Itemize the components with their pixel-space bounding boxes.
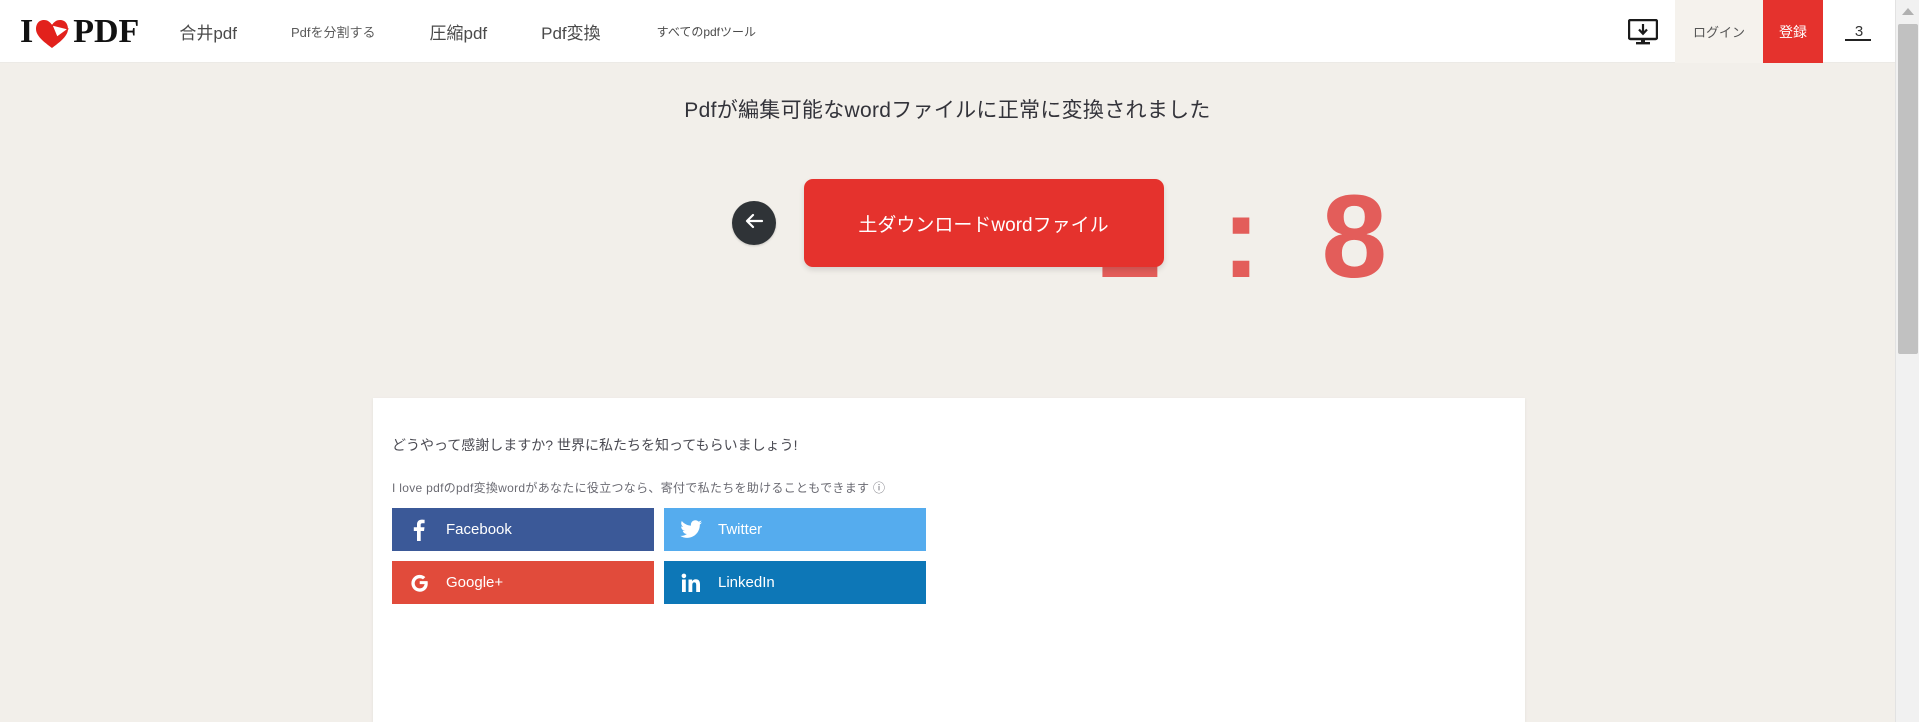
download-row: 土ダウンロードwordファイル	[0, 179, 1895, 267]
scrollbar-up-arrow-icon[interactable]	[1896, 0, 1919, 22]
share-twitter-label: Twitter	[718, 521, 763, 538]
triangle-up-icon	[1902, 7, 1914, 15]
page-title: Pdfが編集可能なwordファイルに正常に変換されました	[684, 99, 1211, 122]
share-twitter-button[interactable]: Twitter	[664, 508, 926, 551]
download-word-file-button[interactable]: 土ダウンロードwordファイル	[803, 179, 1164, 267]
logo-text-right: PDF	[73, 12, 140, 50]
logo-ilovepdf[interactable]: I PDF	[0, 0, 161, 63]
share-google-plus-label: Google+	[446, 574, 504, 591]
header-actions: ログイン 登録 3	[1611, 0, 1895, 63]
share-card-title: どうやって感謝しますか? 世界に私たちを知ってもらいましょう!	[392, 437, 798, 453]
share-card: どうやって感謝しますか? 世界に私たちを知ってもらいましょう! I love p…	[373, 398, 1525, 722]
language-underline	[1845, 39, 1871, 41]
nav-all-pdf-tools[interactable]: すべてのpdfツール	[639, 0, 774, 63]
twitter-icon	[664, 520, 718, 539]
share-linkedin-label: LinkedIn	[718, 574, 775, 591]
share-google-plus-button[interactable]: Google+	[392, 561, 654, 604]
logo-text-left: I	[20, 12, 34, 50]
facebook-icon	[392, 519, 446, 541]
social-share-grid: Facebook Twitter Google+ LinkedIn	[392, 508, 936, 614]
desktop-download-icon[interactable]	[1611, 0, 1675, 63]
arrow-left-icon	[744, 212, 764, 235]
main-nav: 合井pdf Pdfを分割する 圧縮pdf Pdf変換 すべてのpdfツール	[161, 0, 1611, 63]
share-card-subtitle: I love pdfのpdf変換wordがあなたに役立つなら、寄付で私たちを助け…	[392, 481, 886, 495]
login-button[interactable]: ログイン	[1675, 0, 1763, 63]
page-scrollbar[interactable]	[1895, 0, 1919, 722]
share-facebook-label: Facebook	[446, 521, 512, 538]
logo-text: I PDF	[20, 12, 140, 50]
nav-split-pdf[interactable]: Pdfを分割する	[273, 0, 394, 63]
back-button[interactable]	[731, 201, 776, 245]
language-selector-value: 3	[1854, 23, 1864, 40]
google-plus-icon	[392, 572, 446, 593]
nav-compress-pdf[interactable]: 圧縮pdf	[411, 0, 505, 63]
social-row: Google+ LinkedIn	[392, 561, 936, 604]
language-selector[interactable]: 3	[1823, 0, 1895, 63]
share-facebook-button[interactable]: Facebook	[392, 508, 654, 551]
linkedin-icon	[664, 573, 718, 593]
heart-icon	[35, 15, 71, 49]
share-linkedin-button[interactable]: LinkedIn	[664, 561, 926, 604]
social-row: Facebook Twitter	[392, 508, 936, 551]
site-header: I PDF 合井pdf Pdfを分割する 圧縮pdf Pdf変換 すべてのpdf…	[0, 0, 1895, 63]
nav-merge-pdf[interactable]: 合井pdf	[161, 0, 255, 63]
scrollbar-thumb[interactable]	[1898, 24, 1918, 354]
register-button[interactable]: 登録	[1763, 0, 1823, 63]
nav-convert-pdf[interactable]: Pdf変換	[523, 0, 619, 63]
hero-section: Pdfが編集可能なwordファイルに正常に変換されました 1 : 8 土ダウンロ…	[0, 63, 1895, 393]
